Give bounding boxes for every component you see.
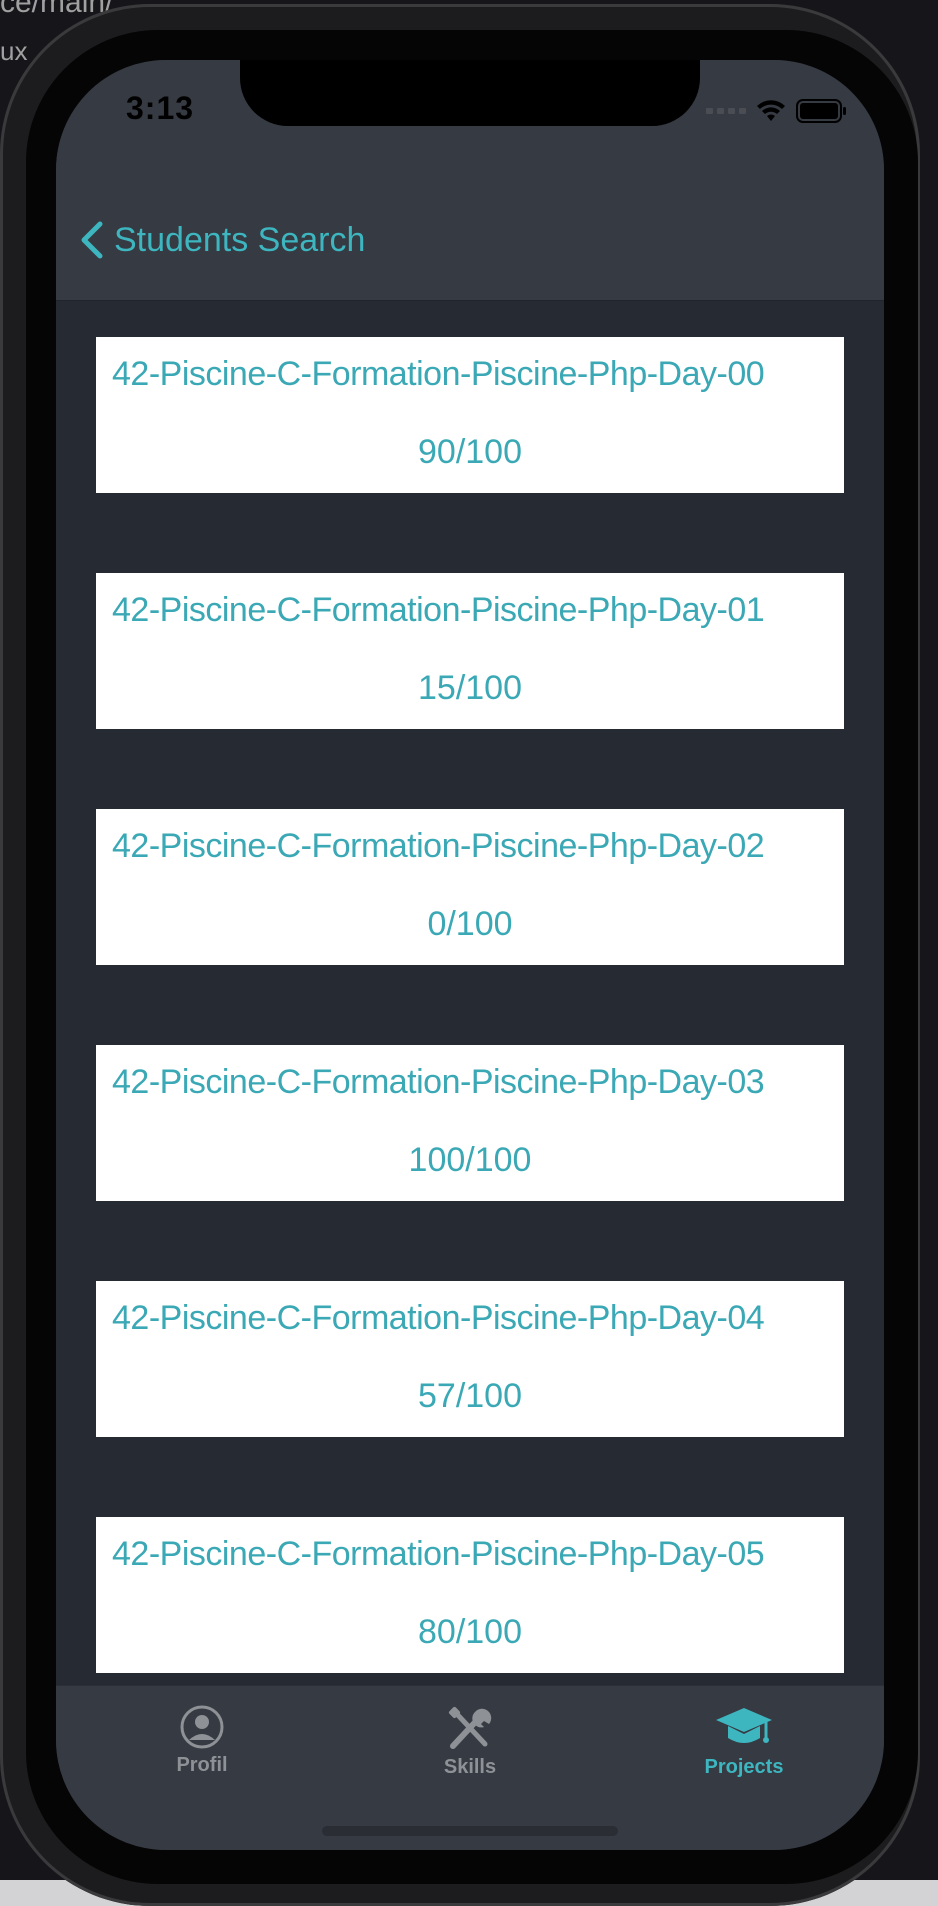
background-text-fragment: ux bbox=[0, 36, 28, 66]
project-score: 15/100 bbox=[418, 669, 522, 707]
notch bbox=[240, 60, 700, 126]
tab-skills[interactable]: Skills bbox=[370, 1704, 570, 1804]
project-name: 42-Piscine-C-Formation-Piscine-Php-Day-0… bbox=[112, 1535, 765, 1573]
project-score: 0/100 bbox=[427, 905, 513, 943]
tools-icon bbox=[448, 1706, 492, 1749]
phone-screen: 3:13 Students Search 42-Piscine-C-Format… bbox=[56, 60, 884, 1850]
home-indicator[interactable] bbox=[322, 1826, 618, 1836]
project-card[interactable]: 42-Piscine-C-Formation-Piscine-Php-Day-0… bbox=[96, 1045, 844, 1201]
project-score: 90/100 bbox=[418, 433, 522, 471]
project-score: 80/100 bbox=[418, 1613, 522, 1651]
person-circle-icon bbox=[180, 1705, 224, 1749]
project-name: 42-Piscine-C-Formation-Piscine-Php-Day-0… bbox=[112, 355, 765, 393]
phone-frame: 3:13 Students Search 42-Piscine-C-Format… bbox=[0, 4, 920, 1906]
project-name: 42-Piscine-C-Formation-Piscine-Php-Day-0… bbox=[112, 1063, 765, 1101]
project-name: 42-Piscine-C-Formation-Piscine-Php-Day-0… bbox=[112, 827, 765, 865]
project-name: 42-Piscine-C-Formation-Piscine-Php-Day-0… bbox=[112, 591, 765, 629]
wifi-icon bbox=[757, 100, 785, 121]
tab-projects[interactable]: Projects bbox=[644, 1704, 844, 1804]
project-card[interactable]: 42-Piscine-C-Formation-Piscine-Php-Day-0… bbox=[96, 337, 844, 493]
tab-profil[interactable]: Profil bbox=[102, 1704, 302, 1804]
project-card[interactable]: 42-Piscine-C-Formation-Piscine-Php-Day-0… bbox=[96, 1517, 844, 1673]
tab-label: Skills bbox=[443, 1756, 497, 1778]
project-card[interactable]: 42-Piscine-C-Formation-Piscine-Php-Day-0… bbox=[96, 573, 844, 729]
status-icons bbox=[706, 96, 848, 126]
tab-label: Profil bbox=[176, 1754, 228, 1776]
project-name: 42-Piscine-C-Formation-Piscine-Php-Day-0… bbox=[112, 1299, 765, 1337]
battery-icon bbox=[796, 99, 846, 123]
tab-label: Projects bbox=[704, 1756, 784, 1778]
back-button[interactable]: Students Search bbox=[78, 220, 365, 260]
navigation-bar: Students Search bbox=[56, 180, 884, 301]
graduation-cap-icon bbox=[716, 1708, 772, 1743]
status-bar: 3:13 bbox=[56, 60, 884, 180]
project-score: 57/100 bbox=[418, 1377, 522, 1415]
cellular-signal-icon bbox=[706, 108, 746, 114]
chevron-left-icon bbox=[81, 221, 103, 259]
project-card[interactable]: 42-Piscine-C-Formation-Piscine-Php-Day-0… bbox=[96, 809, 844, 965]
status-time: 3:13 bbox=[126, 90, 195, 126]
back-button-label: Students Search bbox=[114, 220, 366, 259]
projects-list[interactable]: 42-Piscine-C-Formation-Piscine-Php-Day-0… bbox=[56, 301, 884, 1741]
project-card[interactable]: 42-Piscine-C-Formation-Piscine-Php-Day-0… bbox=[96, 1281, 844, 1437]
project-score: 100/100 bbox=[408, 1141, 532, 1179]
